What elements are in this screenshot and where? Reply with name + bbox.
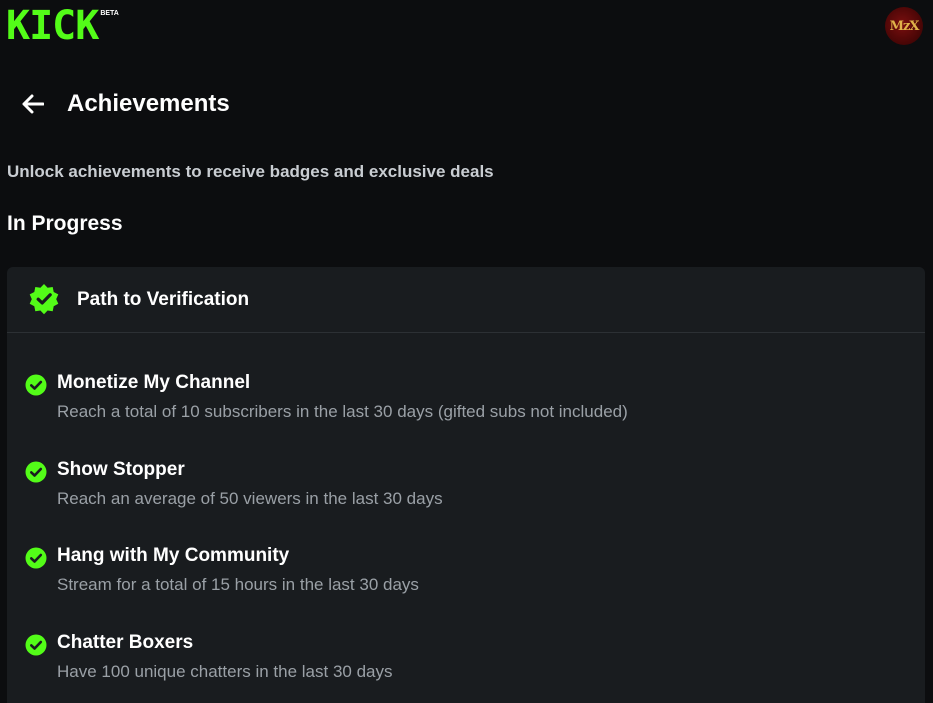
achievement-description: Reach an average of 50 viewers in the la… [57, 488, 443, 508]
section-title-in-progress: In Progress [7, 212, 123, 235]
avatar-text: MzX [889, 18, 920, 34]
card-header[interactable]: Path to Verification [7, 267, 925, 333]
check-circle-icon [25, 461, 47, 482]
verified-badge-icon [29, 284, 59, 315]
achievements-page: KICK BETA MzX Achievements Unlock achiev… [0, 0, 933, 703]
achievement-description: Reach a total of 10 subscribers in the l… [57, 402, 628, 421]
kick-logo[interactable]: KICK BETA [6, 3, 119, 49]
check-circle-icon [25, 634, 47, 655]
achievement-item-chatter-boxers: Chatter Boxers Have 100 unique chatters … [7, 631, 925, 703]
achievement-title: Chatter Boxers [57, 631, 194, 653]
achievement-item-community: Hang with My Community Stream for a tota… [7, 544, 925, 631]
achievement-title: Hang with My Community [57, 545, 290, 566]
arrow-left-icon [22, 94, 44, 114]
achievement-item-monetize: Monetize My Channel Reach a total of 10 … [7, 371, 925, 458]
page-subtitle: Unlock achievements to receive badges an… [7, 162, 494, 181]
achievement-description: Stream for a total of 15 hours in the la… [57, 575, 419, 594]
achievement-list: Monetize My Channel Reach a total of 10 … [7, 371, 925, 703]
achievement-card: Path to Verification Monetize My Channel… [7, 267, 925, 703]
logo-wordmark: KICK [6, 3, 99, 49]
achievement-item-show-stopper: Show Stopper Reach an average of 50 view… [7, 458, 925, 545]
achievement-title: Show Stopper [57, 458, 185, 480]
achievement-title: Monetize My Channel [57, 372, 251, 393]
beta-label: BETA [100, 10, 119, 17]
back-button[interactable] [20, 91, 46, 117]
achievement-description: Have 100 unique chatters in the last 30 … [57, 661, 393, 681]
check-circle-icon [25, 547, 47, 569]
avatar[interactable]: MzX [885, 7, 923, 45]
check-circle-icon [25, 374, 47, 396]
card-title: Path to Verification [77, 289, 250, 310]
page-title: Achievements [67, 90, 230, 117]
